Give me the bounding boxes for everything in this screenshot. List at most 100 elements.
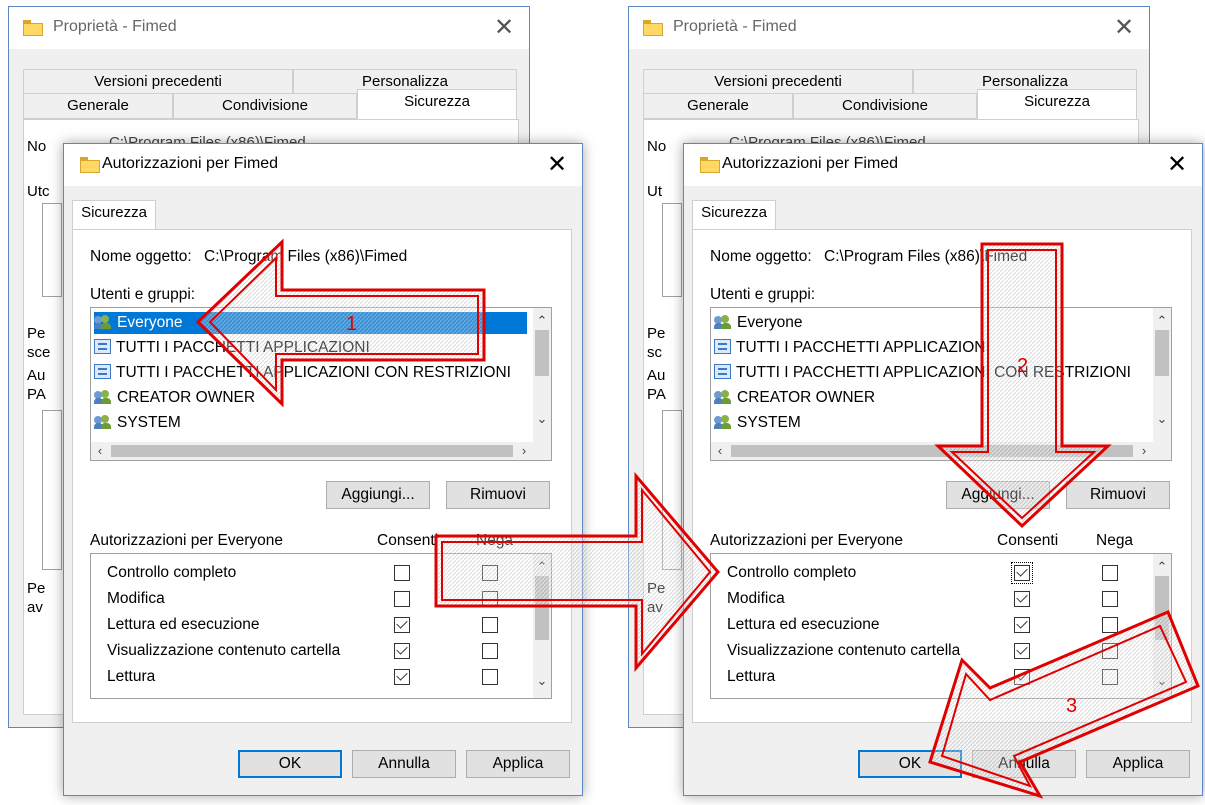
allow-checkbox[interactable]: [1014, 643, 1030, 659]
folder-icon: [23, 20, 43, 36]
apply-button[interactable]: Applica: [1086, 750, 1190, 778]
tab-sicurezza[interactable]: Sicurezza: [72, 200, 156, 230]
permission-name: Visualizzazione contenuto cartella: [107, 642, 341, 659]
scroll-left-icon[interactable]: ‹: [711, 442, 729, 460]
tab-generale[interactable]: Generale: [23, 93, 173, 119]
scroll-down-icon[interactable]: ⌄: [533, 410, 551, 428]
allow-checkbox[interactable]: [394, 565, 410, 581]
permissions-list[interactable]: Controllo completo Modifica Lettura ed e…: [710, 553, 1172, 699]
remove-button[interactable]: Rimuovi: [446, 481, 550, 509]
scroll-right-icon[interactable]: ›: [515, 442, 533, 460]
allow-checkbox[interactable]: [1014, 591, 1030, 607]
add-button[interactable]: Aggiungi...: [326, 481, 430, 509]
list-item[interactable]: TUTTI I PACCHETTI APPLICAZIONI: [94, 337, 370, 359]
scroll-up-icon[interactable]: ⌃: [1153, 558, 1171, 576]
list-item[interactable]: SYSTEM: [714, 412, 801, 434]
package-icon: [94, 339, 111, 354]
scroll-down-icon[interactable]: ⌄: [1153, 672, 1171, 690]
deny-checkbox[interactable]: [482, 565, 498, 581]
users-list[interactable]: Everyone TUTTI I PACCHETTI APPLICAZIONI …: [90, 307, 552, 461]
deny-checkbox[interactable]: [482, 591, 498, 607]
allow-checkbox[interactable]: [1014, 669, 1030, 685]
deny-checkbox[interactable]: [1102, 591, 1118, 607]
list-item[interactable]: SYSTEM: [94, 412, 181, 434]
list-item[interactable]: CREATOR OWNER: [714, 387, 875, 409]
scroll-up-icon[interactable]: ⌃: [533, 312, 551, 330]
cancel-button[interactable]: Annulla: [352, 750, 456, 778]
list-item[interactable]: TUTTI I PACCHETTI APPLICAZIONI CON RESTR…: [714, 362, 1131, 384]
close-icon[interactable]: ✕: [489, 13, 519, 43]
deny-header: Nega: [476, 532, 514, 549]
list-item[interactable]: TUTTI I PACCHETTI APPLICAZIONI CON RESTR…: [94, 362, 511, 384]
permissions-list[interactable]: Controllo completo Modifica Lettura ed e…: [90, 553, 552, 699]
scroll-thumb[interactable]: [535, 330, 549, 376]
vertical-scrollbar[interactable]: ⌃ ⌄: [1153, 308, 1171, 460]
scroll-down-icon[interactable]: ⌄: [1153, 410, 1171, 428]
tab-versioni-precedenti[interactable]: Versioni precedenti: [643, 69, 913, 95]
tab-versioni-precedenti[interactable]: Versioni precedenti: [23, 69, 293, 95]
scroll-right-icon[interactable]: ›: [1135, 442, 1153, 460]
allow-checkbox[interactable]: [394, 669, 410, 685]
permission-name: Controllo completo: [727, 564, 857, 581]
partial-text: av: [27, 599, 43, 616]
vertical-scrollbar[interactable]: ⌃ ⌄: [533, 554, 551, 698]
tab-sicurezza[interactable]: Sicurezza: [692, 200, 776, 230]
list-item[interactable]: Everyone: [94, 312, 527, 334]
partial-text: Au: [27, 367, 46, 384]
permission-name: Lettura: [107, 668, 156, 685]
cancel-button[interactable]: Annulla: [972, 750, 1076, 778]
tab-condivisione[interactable]: Condivisione: [793, 93, 977, 119]
deny-checkbox[interactable]: [1102, 643, 1118, 659]
list-item[interactable]: TUTTI I PACCHETTI APPLICAZIONI: [714, 337, 990, 359]
package-icon: [714, 339, 731, 354]
scroll-thumb[interactable]: [1155, 330, 1169, 376]
add-button[interactable]: Aggiungi...: [946, 481, 1050, 509]
allow-checkbox[interactable]: [1011, 562, 1033, 584]
horizontal-scrollbar[interactable]: ‹ ›: [91, 442, 533, 460]
scroll-left-icon[interactable]: ‹: [91, 442, 109, 460]
ok-button[interactable]: OK: [858, 750, 962, 778]
tab-condivisione[interactable]: Condivisione: [173, 93, 357, 119]
scroll-thumb[interactable]: [535, 576, 549, 640]
close-icon[interactable]: ✕: [1162, 150, 1192, 180]
vertical-scrollbar[interactable]: ⌃ ⌄: [1153, 554, 1171, 698]
deny-checkbox[interactable]: [482, 643, 498, 659]
ok-button[interactable]: OK: [238, 750, 342, 778]
allow-checkbox[interactable]: [1014, 617, 1030, 633]
permission-name: Visualizzazione contenuto cartella: [727, 642, 961, 659]
allow-checkbox[interactable]: [394, 617, 410, 633]
tab-sicurezza[interactable]: Sicurezza: [357, 89, 517, 121]
deny-checkbox[interactable]: [482, 669, 498, 685]
scroll-thumb[interactable]: [1155, 576, 1169, 640]
users-groups-label: Utenti e gruppi:: [710, 286, 816, 303]
allow-checkbox[interactable]: [394, 591, 410, 607]
scroll-up-icon[interactable]: ⌃: [1153, 312, 1171, 330]
permission-name: Controllo completo: [107, 564, 237, 581]
deny-checkbox[interactable]: [1102, 617, 1118, 633]
tab-sicurezza[interactable]: Sicurezza: [977, 89, 1137, 121]
close-icon[interactable]: ✕: [542, 150, 572, 180]
list-item[interactable]: CREATOR OWNER: [94, 387, 255, 409]
properties-title: Proprietà - Fimed: [53, 18, 177, 35]
vertical-scrollbar[interactable]: ⌃ ⌄: [533, 308, 551, 460]
scroll-thumb[interactable]: [731, 445, 1133, 457]
allow-checkbox[interactable]: [394, 643, 410, 659]
annotation-number-3: 3: [1066, 695, 1078, 717]
scroll-down-icon[interactable]: ⌄: [533, 672, 551, 690]
apply-button[interactable]: Applica: [466, 750, 570, 778]
deny-checkbox[interactable]: [482, 617, 498, 633]
deny-checkbox[interactable]: [1102, 669, 1118, 685]
partial-text: Ut: [647, 183, 662, 200]
deny-checkbox[interactable]: [1102, 565, 1118, 581]
partial-list: [42, 410, 62, 570]
close-icon[interactable]: ✕: [1109, 13, 1139, 43]
users-list[interactable]: Everyone TUTTI I PACCHETTI APPLICAZIONI …: [710, 307, 1172, 461]
horizontal-scrollbar[interactable]: ‹ ›: [711, 442, 1153, 460]
folder-icon: [700, 157, 720, 173]
scroll-thumb[interactable]: [111, 445, 513, 457]
scroll-up-icon[interactable]: ⌃: [533, 558, 551, 576]
list-item[interactable]: Everyone: [714, 312, 1147, 334]
users-icon: [714, 415, 732, 429]
tab-generale[interactable]: Generale: [643, 93, 793, 119]
remove-button[interactable]: Rimuovi: [1066, 481, 1170, 509]
